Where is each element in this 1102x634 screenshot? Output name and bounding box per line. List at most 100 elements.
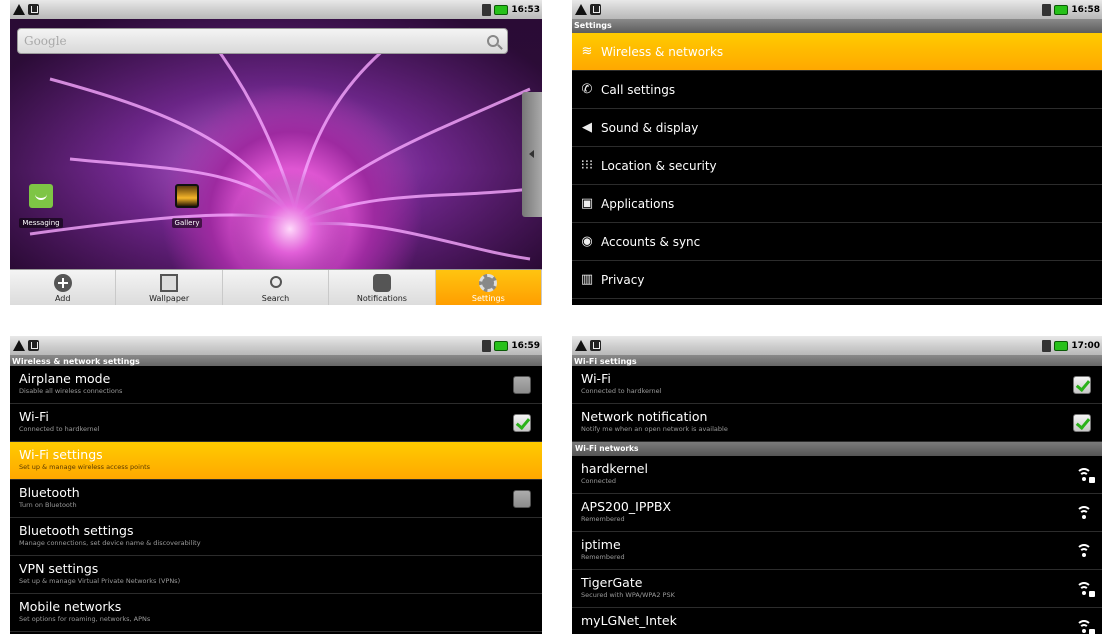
wifi-settings-screen: 17:00 Wi-Fi settings Wi-Fi Connected to … (572, 336, 1102, 634)
google-search-widget[interactable]: Google (17, 28, 508, 54)
gallery-shortcut[interactable]: Gallery (162, 184, 212, 229)
usb-debug-icon (590, 340, 601, 351)
shortcut-label: Gallery (171, 218, 203, 228)
pref-bluetooth[interactable]: Bluetooth Turn on Bluetooth (10, 480, 542, 518)
settings-item-sound[interactable]: ◀ Sound & display (572, 109, 1102, 147)
search-icon (269, 276, 282, 288)
usb-debug-icon (590, 4, 601, 15)
network-ssid: myLGNet_Intek (581, 613, 677, 628)
settings-list: ≋ Wireless & networks ✆ Call settings ◀ … (572, 33, 1102, 299)
dock-label: Wallpaper (149, 294, 190, 303)
pref-title: Bluetooth (19, 485, 80, 500)
settings-item-privacy[interactable]: ▥ Privacy (572, 261, 1102, 299)
wifi-secured-signal-icon (1076, 468, 1095, 483)
pref-wifi-toggle[interactable]: Wi-Fi Connected to hardkernel (572, 366, 1102, 404)
wifi-checkbox[interactable] (1073, 376, 1091, 394)
pref-title: VPN settings (19, 561, 99, 576)
wifi-settings-list: Wi-Fi Connected to hardkernel Network no… (572, 366, 1102, 634)
messaging-shortcut[interactable]: Messaging (16, 184, 66, 229)
wifi-network-item[interactable]: iptime Remembered (572, 532, 1102, 570)
pref-title: Airplane mode (19, 371, 111, 386)
wallpaper-icon (160, 274, 179, 292)
wifi-signal-icon (1076, 506, 1092, 520)
status-time: 16:59 (511, 340, 540, 351)
pref-summary: Set up & manage wireless access points (19, 463, 151, 471)
pref-bluetooth-settings[interactable]: Bluetooth settings Manage connections, s… (10, 518, 542, 556)
dock-add-button[interactable]: Add (10, 270, 117, 305)
wifi-network-item[interactable]: hardkernel Connected (572, 456, 1102, 494)
settings-item-label: Wireless & networks (601, 44, 724, 59)
settings-item-label: Call settings (601, 82, 676, 97)
search-icon[interactable] (487, 35, 499, 47)
wifi-network-item[interactable]: APS200_IPPBX Remembered (572, 494, 1102, 532)
pref-summary: Set up & manage Virtual Private Networks… (19, 577, 181, 585)
network-status: Secured with WPA/WPA2 PSK (581, 591, 675, 599)
sdcard-icon (482, 3, 492, 16)
sync-icon: ◉ (581, 234, 593, 249)
network-notification-checkbox[interactable] (1073, 414, 1091, 432)
gallery-icon (175, 184, 199, 208)
settings-screen: 16:58 Settings ≋ Wireless & networks ✆ C… (572, 0, 1102, 305)
pref-vpn-settings[interactable]: VPN settings Set up & manage Virtual Pri… (10, 556, 542, 594)
wifi-signal-icon (1076, 544, 1092, 558)
app-drawer-handle[interactable] (522, 92, 542, 217)
screen-title: Settings (572, 19, 1102, 33)
dock-settings-button[interactable]: Settings (435, 270, 542, 305)
settings-item-label: Accounts & sync (601, 234, 701, 249)
privacy-icon: ▥ (580, 272, 594, 287)
pref-summary: Set options for roaming, networks, APNs (19, 615, 151, 623)
usb-debug-icon (28, 4, 39, 15)
settings-icon (479, 274, 498, 292)
grid-icon: ⁝⁝⁝ (580, 158, 594, 173)
pref-wifi-settings[interactable]: Wi-Fi settings Set up & manage wireless … (10, 442, 542, 480)
dock-label: Settings (471, 294, 505, 303)
home-screen: 16:53 Google Messaging Gallery Add Wallp… (10, 0, 542, 305)
settings-item-call[interactable]: ✆ Call settings (572, 71, 1102, 109)
pref-wifi[interactable]: Wi-Fi Connected to hardkernel (10, 404, 542, 442)
wifi-checkbox[interactable] (513, 414, 531, 432)
status-bar: 16:58 (572, 0, 1102, 19)
battery-icon (1054, 4, 1069, 15)
settings-item-wireless[interactable]: ≋ Wireless & networks (572, 33, 1102, 71)
dock-wallpaper-button[interactable]: Wallpaper (116, 270, 223, 305)
warning-icon (13, 4, 25, 15)
airplane-mode-checkbox[interactable] (513, 376, 531, 394)
dock-notifications-button[interactable]: Notifications (329, 270, 436, 305)
dock-label: Notifications (356, 294, 407, 303)
sdcard-icon (482, 339, 492, 352)
sdcard-icon (1042, 339, 1052, 352)
network-status: Connected (581, 477, 617, 485)
bluetooth-checkbox[interactable] (513, 490, 531, 508)
pref-title: Bluetooth settings (19, 523, 134, 538)
pref-mobile-networks[interactable]: Mobile networks Set options for roaming,… (10, 594, 542, 632)
status-time: 16:53 (511, 4, 540, 15)
status-bar: 16:59 (10, 336, 542, 355)
battery-icon (494, 340, 509, 351)
warning-icon (575, 340, 587, 351)
pref-summary: Disable all wireless connections (19, 387, 123, 395)
pref-summary: Connected to hardkernel (19, 425, 100, 433)
dock-label: Add (54, 294, 71, 303)
wifi-network-item[interactable]: TigerGate Secured with WPA/WPA2 PSK (572, 570, 1102, 608)
pref-summary: Notify me when an open network is availa… (581, 425, 728, 433)
dock-search-button[interactable]: Search (223, 270, 330, 305)
status-bar: 17:00 (572, 336, 1102, 355)
pref-summary: Connected to hardkernel (581, 387, 662, 395)
status-time: 16:58 (1071, 4, 1100, 15)
wireless-settings-list: Airplane mode Disable all wireless conne… (10, 366, 542, 632)
warning-icon (13, 340, 25, 351)
network-ssid: iptime (581, 537, 621, 552)
settings-item-label: Applications (601, 196, 675, 211)
wifi-network-item[interactable]: myLGNet_Intek (572, 608, 1102, 634)
pref-network-notification[interactable]: Network notification Notify me when an o… (572, 404, 1102, 442)
pref-summary: Manage connections, set device name & di… (19, 539, 201, 547)
wifi-secured-signal-icon (1076, 620, 1095, 634)
usb-debug-icon (28, 340, 39, 351)
settings-item-accounts[interactable]: ◉ Accounts & sync (572, 223, 1102, 261)
wifi-secured-signal-icon (1076, 582, 1095, 597)
settings-item-location[interactable]: ⁝⁝⁝ Location & security (572, 147, 1102, 185)
settings-item-applications[interactable]: ▣ Applications (572, 185, 1102, 223)
pref-title: Wi-Fi settings (19, 447, 103, 462)
pref-title: Mobile networks (19, 599, 122, 614)
pref-airplane-mode[interactable]: Airplane mode Disable all wireless conne… (10, 366, 542, 404)
